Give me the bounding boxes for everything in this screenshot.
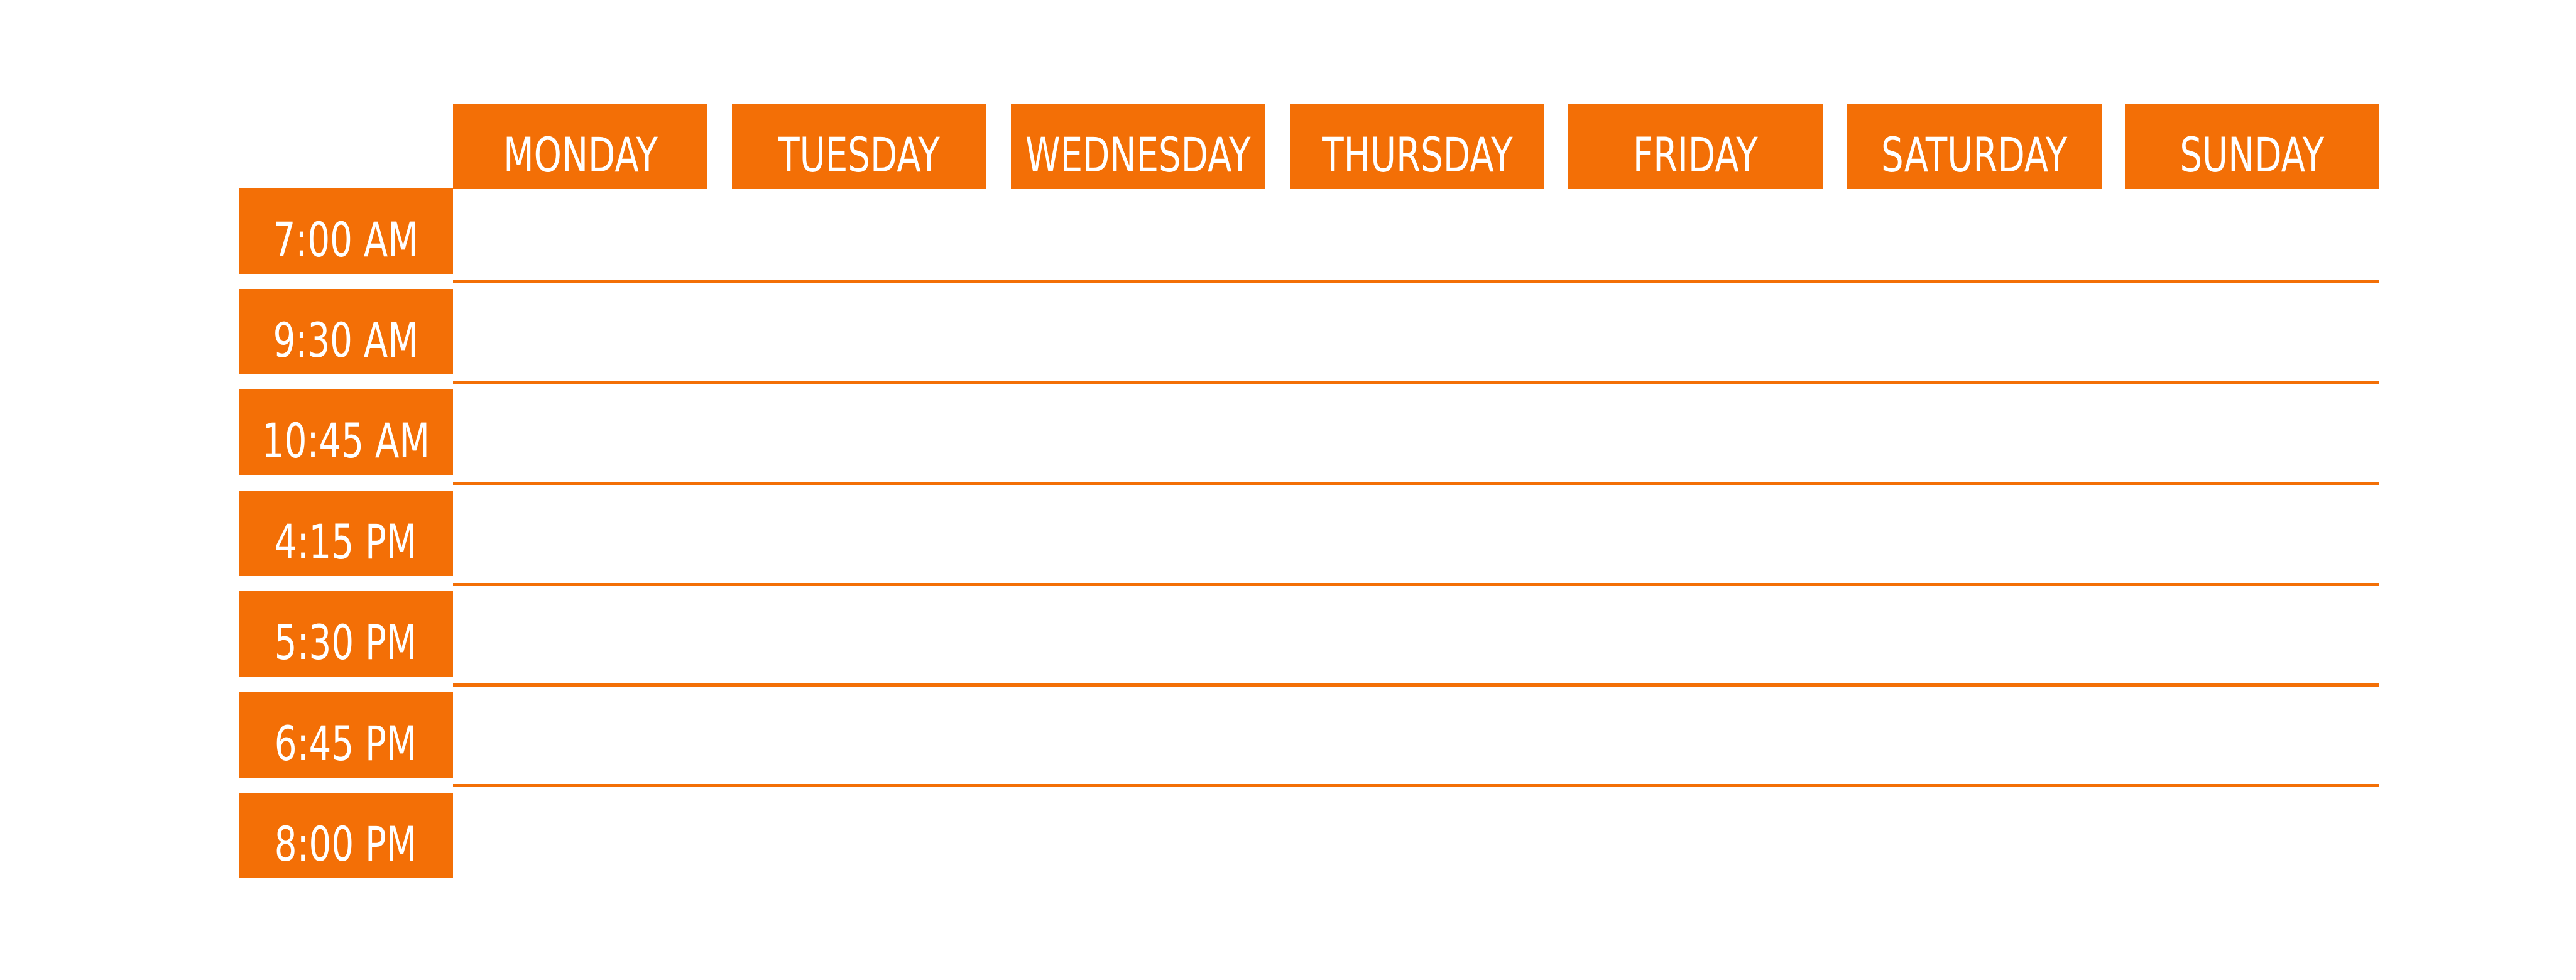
day-header-monday: MONDAY xyxy=(453,104,707,189)
time-label-row-5: 5:30 PM xyxy=(239,591,453,677)
day-header-wednesday: WEDNESDAY xyxy=(1011,104,1265,189)
row-divider-3 xyxy=(453,482,2379,485)
day-header-tuesday: TUESDAY xyxy=(732,104,986,189)
time-label-text: 6:45 PM xyxy=(275,716,417,771)
row-divider-5 xyxy=(453,683,2379,687)
time-label-text: 8:00 PM xyxy=(275,816,417,872)
time-label-text: 9:30 AM xyxy=(273,312,419,368)
day-header-label: THURSDAY xyxy=(1321,127,1513,183)
time-label-row-1: 7:00 AM xyxy=(239,188,453,274)
day-header-sunday: SUNDAY xyxy=(2125,104,2379,189)
day-header-label: SUNDAY xyxy=(2180,127,2325,183)
row-divider-4 xyxy=(453,583,2379,586)
row-divider-2 xyxy=(453,381,2379,384)
day-header-label: TUESDAY xyxy=(778,127,941,183)
time-label-row-3: 10:45 AM xyxy=(239,389,453,475)
time-label-text: 5:30 PM xyxy=(275,614,417,670)
day-header-label: FRIDAY xyxy=(1633,127,1758,183)
time-label-text: 10:45 AM xyxy=(262,413,430,469)
time-label-row-6: 6:45 PM xyxy=(239,692,453,778)
time-label-text: 4:15 PM xyxy=(275,514,417,570)
time-label-row-4: 4:15 PM xyxy=(239,491,453,576)
day-header-thursday: THURSDAY xyxy=(1290,104,1544,189)
day-header-label: MONDAY xyxy=(503,127,658,183)
row-divider-1 xyxy=(453,280,2379,283)
day-header-label: SATURDAY xyxy=(1881,127,2068,183)
day-header-saturday: SATURDAY xyxy=(1847,104,2102,189)
day-header-label: WEDNESDAY xyxy=(1025,127,1251,183)
time-label-row-7: 8:00 PM xyxy=(239,793,453,878)
time-label-text: 7:00 AM xyxy=(273,212,419,268)
time-label-row-2: 9:30 AM xyxy=(239,289,453,374)
day-header-friday: FRIDAY xyxy=(1568,104,1823,189)
row-divider-6 xyxy=(453,784,2379,787)
weekly-schedule: MONDAY TUESDAY WEDNESDAY THURSDAY FRIDAY… xyxy=(0,0,2576,980)
